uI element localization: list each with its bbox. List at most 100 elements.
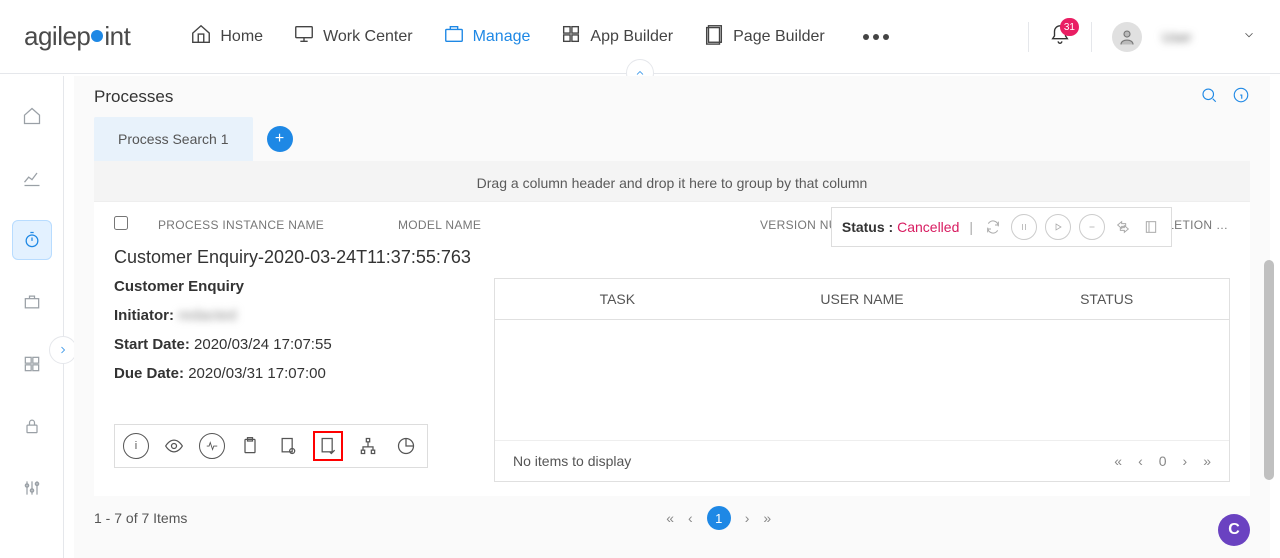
- pager-prev[interactable]: ‹: [1138, 453, 1143, 469]
- monitor-icon: [293, 23, 315, 50]
- due-date-value: 2020/03/31 17:07:00: [188, 365, 326, 382]
- top-nav: Home Work Center Manage App Builder Page…: [190, 23, 888, 50]
- archive-button[interactable]: [1141, 214, 1161, 240]
- notifications-button[interactable]: 31: [1049, 24, 1071, 49]
- nav-manage[interactable]: Manage: [443, 23, 531, 50]
- rail-settings[interactable]: [12, 468, 52, 508]
- doc-check-icon: [318, 436, 338, 456]
- rail-processes[interactable]: [12, 220, 52, 260]
- home-icon: [22, 106, 42, 126]
- nav-page-builder[interactable]: Page Builder: [703, 23, 825, 50]
- nav-app-builder[interactable]: App Builder: [560, 23, 673, 50]
- doc-check-button[interactable]: [313, 431, 343, 461]
- activity-button[interactable]: [199, 433, 225, 459]
- status-toolbar: Status : Cancelled |: [831, 207, 1172, 247]
- user-dropdown[interactable]: [1242, 28, 1256, 45]
- col-model-name[interactable]: MODEL NAME: [398, 218, 548, 232]
- expand-rail-button[interactable]: [49, 336, 77, 364]
- tab-label: Process Search 1: [118, 131, 229, 147]
- model-name-value: Customer Enquiry: [114, 278, 474, 295]
- col-process-instance-name[interactable]: PROCESS INSTANCE NAME: [158, 218, 398, 232]
- select-all-checkbox[interactable]: [114, 216, 128, 230]
- subcol-task[interactable]: TASK: [495, 279, 740, 319]
- subtable-footer: No items to display « ‹ 0 › »: [495, 440, 1229, 481]
- nav-work-center[interactable]: Work Center: [293, 23, 413, 50]
- briefcase-icon: [22, 292, 42, 312]
- grid-pager: « ‹ 1 › »: [666, 506, 771, 530]
- nav-app-builder-label: App Builder: [590, 28, 673, 46]
- task-subtable: TASK USER NAME STATUS No items to displa…: [494, 278, 1230, 482]
- grid-icon: [560, 23, 582, 50]
- rail-work[interactable]: [12, 282, 52, 322]
- initiator-value: redacted: [178, 307, 236, 324]
- ellipsis-icon: [863, 34, 889, 40]
- stopwatch-icon: [22, 230, 42, 250]
- view-button[interactable]: [161, 433, 187, 459]
- rail-analytics[interactable]: [12, 158, 52, 198]
- chevron-right-icon: [57, 344, 69, 356]
- nav-home-label: Home: [220, 28, 263, 46]
- resume-button[interactable]: [1045, 214, 1071, 240]
- info-icon[interactable]: [1232, 86, 1250, 107]
- migrate-button[interactable]: [1113, 214, 1133, 240]
- grid-pager-last[interactable]: »: [763, 510, 771, 526]
- add-tab-button[interactable]: +: [267, 126, 293, 152]
- piechart-icon: [396, 436, 416, 456]
- subtable-body: [495, 320, 1229, 440]
- subtable-pager: « ‹ 0 › »: [1114, 453, 1211, 469]
- due-date-row: Due Date: 2020/03/31 17:07:00: [114, 365, 474, 382]
- main-content: Processes Process Search 1 + Drag a colu…: [74, 76, 1270, 558]
- grid-footer: 1 - 7 of 7 Items « ‹ 1 › »: [94, 496, 1250, 534]
- process-row: Status : Cancelled | Customer Enquiry-20…: [94, 243, 1250, 496]
- nav-more[interactable]: [863, 34, 889, 40]
- tab-process-search-1[interactable]: Process Search 1: [94, 117, 253, 161]
- page-title: Processes: [94, 87, 173, 107]
- user-icon: [1118, 28, 1136, 46]
- home-icon: [190, 23, 212, 50]
- brand-logo: agilepint: [24, 21, 130, 52]
- nav-home[interactable]: Home: [190, 23, 263, 50]
- floating-action-button[interactable]: C: [1218, 514, 1250, 546]
- subtable-empty-msg: No items to display: [513, 453, 631, 469]
- eye-icon: [164, 436, 184, 456]
- pager-next[interactable]: ›: [1183, 453, 1188, 469]
- sliders-icon: [22, 478, 42, 498]
- lock-icon: [22, 416, 42, 436]
- rail-apps[interactable]: [12, 344, 52, 384]
- info-button[interactable]: i: [123, 433, 149, 459]
- page-header: Processes: [94, 86, 1250, 107]
- scrollbar[interactable]: [1264, 260, 1274, 498]
- search-icon[interactable]: [1200, 86, 1218, 107]
- start-date-value: 2020/03/24 17:07:55: [194, 336, 332, 353]
- user-name: User: [1162, 29, 1222, 45]
- clipboard-button[interactable]: [237, 433, 263, 459]
- rail-security[interactable]: [12, 406, 52, 446]
- top-bar: agilepint Home Work Center Manage App Bu…: [0, 0, 1280, 74]
- grid-pager-next[interactable]: ›: [745, 510, 750, 526]
- grid-pager-page: 1: [707, 506, 731, 530]
- refresh-button[interactable]: [983, 214, 1003, 240]
- pulse-icon: [205, 439, 219, 453]
- subcol-username[interactable]: USER NAME: [740, 279, 985, 319]
- rail-home[interactable]: [12, 96, 52, 136]
- scrollbar-thumb[interactable]: [1264, 260, 1274, 480]
- start-date-row: Start Date: 2020/03/24 17:07:55: [114, 336, 474, 353]
- avatar[interactable]: [1112, 22, 1142, 52]
- doc-eye-button[interactable]: [275, 433, 301, 459]
- hierarchy-button[interactable]: [355, 433, 381, 459]
- nav-page-builder-label: Page Builder: [733, 28, 825, 46]
- divider: [1028, 22, 1029, 52]
- pause-button[interactable]: [1011, 214, 1037, 240]
- grid-pager-prev[interactable]: ‹: [688, 510, 693, 526]
- chart-button[interactable]: [393, 433, 419, 459]
- pager-last[interactable]: »: [1203, 453, 1211, 469]
- pager-page: 0: [1159, 453, 1167, 469]
- cancel-button[interactable]: [1079, 214, 1105, 240]
- subcol-status[interactable]: STATUS: [984, 279, 1229, 319]
- clipboard-icon: [240, 436, 260, 456]
- pager-first[interactable]: «: [1114, 453, 1122, 469]
- divider: [1091, 22, 1092, 52]
- group-hint-zone[interactable]: Drag a column header and drop it here to…: [94, 161, 1250, 201]
- top-right: 31 User: [1028, 22, 1256, 52]
- grid-pager-first[interactable]: «: [666, 510, 674, 526]
